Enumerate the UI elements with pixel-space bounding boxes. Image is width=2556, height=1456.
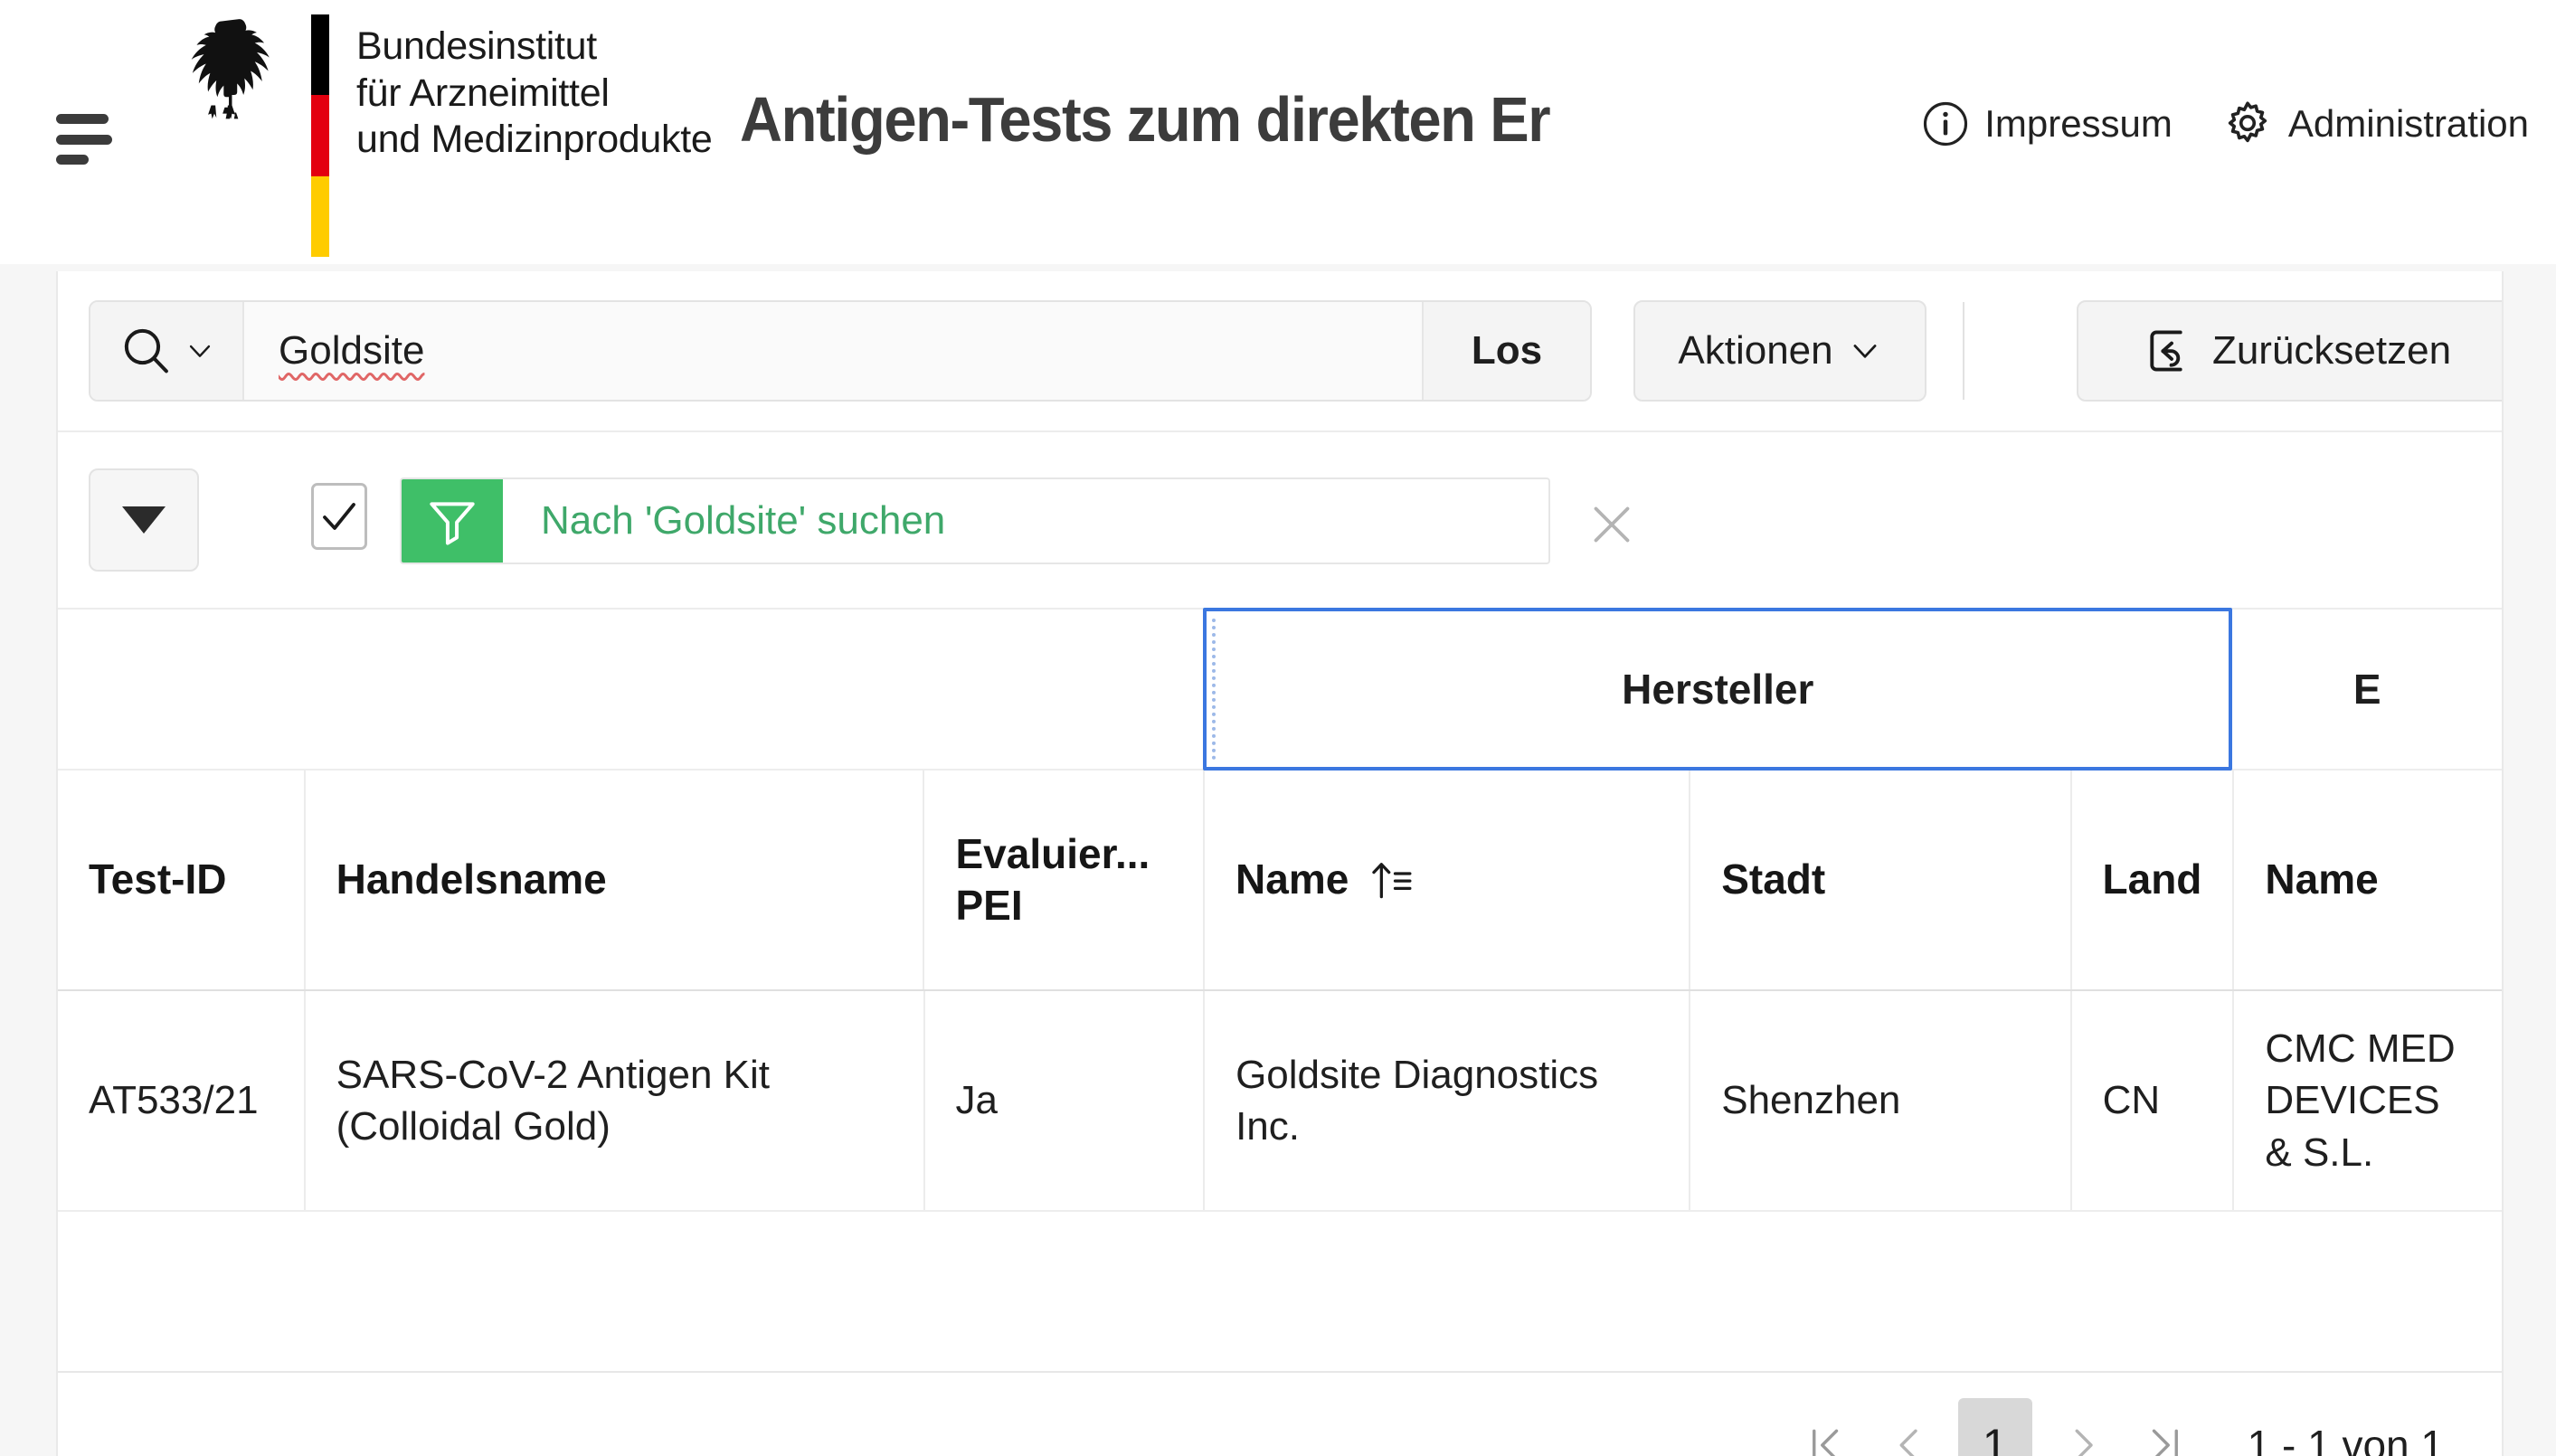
grid-group-header-row: Hersteller E (58, 608, 2502, 771)
column-header-label: Stadt (1721, 856, 1826, 903)
reset-button-label: Zurücksetzen (2211, 328, 2452, 373)
column-header-label: Evaluier... PEI (955, 829, 1150, 930)
page-last-icon (2152, 1429, 2178, 1456)
column-header-land[interactable]: Land (2069, 771, 2233, 989)
page-first-icon (1812, 1429, 1838, 1456)
column-header-label: Test-ID (89, 856, 227, 903)
search-input-value: Goldsite (279, 328, 425, 373)
table-empty-row (58, 1212, 2502, 1373)
filter-enabled-checkbox[interactable] (311, 483, 367, 550)
pagination-range-text: 1 - 1 von 1 (2247, 1422, 2444, 1456)
pagination-current-page[interactable]: 1 (1957, 1398, 2032, 1456)
filter-remove-button[interactable] (1585, 497, 1639, 552)
filter-chip-label: Nach 'Goldsite' suchen (541, 498, 946, 543)
nav-item-administration[interactable]: Administration (2221, 98, 2529, 150)
page-title: Antigen-Tests zum direkten Er (740, 84, 1551, 155)
flag-stripe-red (311, 95, 329, 176)
logo-line-3: und Medizinprodukte (356, 118, 713, 162)
column-header-label: Handelsname (336, 856, 607, 903)
search-scope-dropdown[interactable] (90, 302, 244, 400)
chevron-down-icon (189, 345, 211, 357)
caret-down-icon (122, 506, 166, 534)
cell-hersteller-stadt: Shenzhen (1689, 991, 2069, 1210)
search-toolbar: Goldsite Los Aktionen Zurücksetzen (58, 271, 2502, 432)
actions-button-label: Aktionen (1678, 328, 1833, 373)
app-header: Bundesinstitut für Arzneimittel und Medi… (0, 0, 2556, 264)
column-header-handelsname[interactable]: Handelsname (303, 771, 923, 989)
nav-label-impressum: Impressum (1984, 102, 2173, 145)
page-next-icon (2075, 1429, 2093, 1456)
reset-button[interactable]: Zurücksetzen (2077, 300, 2502, 402)
pagination-first-button[interactable] (1783, 1404, 1866, 1456)
grid-header-row: Test-ID Handelsname Evaluier... PEI Name (58, 771, 2502, 991)
cell-hersteller-land: CN (2069, 991, 2233, 1210)
pagination-next-button[interactable] (2041, 1404, 2125, 1456)
results-grid: Hersteller E Test-ID Handelsname Evaluie… (58, 608, 2502, 1373)
hamburger-menu-icon[interactable] (56, 114, 112, 165)
pagination: 1 1 - 1 von 1 (58, 1373, 2502, 1456)
group-header-hersteller[interactable]: Hersteller (1203, 608, 2233, 771)
main-content-card: Goldsite Los Aktionen Zurücksetzen Nach … (56, 271, 2504, 1456)
chevron-down-icon (1853, 345, 1877, 358)
hamburger-bar (56, 114, 109, 124)
search-bar: Goldsite Los (89, 300, 1592, 402)
column-header-label: Name (2265, 856, 2379, 903)
group-header-e[interactable]: E (2232, 610, 2502, 769)
table-row[interactable]: AT533/21 SARS-CoV-2 Antigen Kit (Colloid… (58, 991, 2502, 1212)
cell-e-name: CMC MED DEVICES & S.L. (2232, 991, 2502, 1210)
german-flag-bar (311, 14, 329, 257)
column-header-label: Name (1235, 856, 1349, 903)
group-header-blank (58, 610, 1203, 769)
gear-icon (2228, 101, 2267, 143)
filter-row: Nach 'Goldsite' suchen (58, 432, 2502, 610)
toolbar-divider (1963, 302, 1964, 400)
filter-funnel-icon (430, 502, 475, 545)
column-header-e-name[interactable]: Name (2232, 771, 2502, 989)
column-header-hersteller-name[interactable]: Name (1203, 771, 1689, 989)
nav-label-administration: Administration (2287, 102, 2529, 145)
filter-funnel-button[interactable] (402, 479, 503, 563)
search-magnifier-icon (124, 328, 168, 373)
actions-button[interactable]: Aktionen (1633, 300, 1926, 402)
filter-collapse-button[interactable] (89, 468, 199, 572)
hamburger-bar (56, 155, 89, 165)
cell-eval-pei: Ja (923, 991, 1204, 1210)
search-go-button[interactable]: Los (1422, 302, 1590, 400)
pagination-last-button[interactable] (2125, 1404, 2208, 1456)
reset-undo-icon (2150, 330, 2182, 372)
logo-line-1: Bundesinstitut (356, 24, 597, 68)
logo-wordmark: Bundesinstitut für Arzneimittel und Medi… (356, 24, 713, 164)
logo-line-2: für Arzneimittel (356, 71, 610, 115)
column-header-test-id[interactable]: Test-ID (58, 771, 304, 989)
column-header-label: Land (2102, 856, 2202, 903)
bundesadler-eagle-icon (191, 19, 270, 119)
checkmark-icon (323, 503, 355, 530)
bfarm-logo: Bundesinstitut für Arzneimittel und Medi… (168, 13, 713, 257)
sort-ascending-icon (1372, 863, 1412, 899)
pagination-prev-button[interactable] (1866, 1404, 1949, 1456)
active-filter-chip[interactable]: Nach 'Goldsite' suchen (400, 477, 1550, 564)
search-input[interactable]: Goldsite (244, 302, 1422, 400)
cell-handelsname: SARS-CoV-2 Antigen Kit (Colloidal Gold) (303, 991, 923, 1210)
header-nav: Impressum Administration (1921, 98, 2529, 150)
info-circle-icon (1924, 101, 1968, 147)
flag-stripe-gold (311, 175, 329, 257)
column-header-stadt[interactable]: Stadt (1689, 771, 2069, 989)
flag-stripe-black (311, 14, 329, 96)
cell-test-id: AT533/21 (89, 1078, 259, 1123)
page-prev-icon (1899, 1429, 1917, 1456)
column-header-evaluierung-pei[interactable]: Evaluier... PEI (923, 771, 1203, 989)
nav-item-impressum[interactable]: Impressum (1921, 99, 2173, 148)
hamburger-bar (56, 134, 112, 145)
cell-hersteller-name: Goldsite Diagnostics Inc. (1203, 991, 1689, 1210)
